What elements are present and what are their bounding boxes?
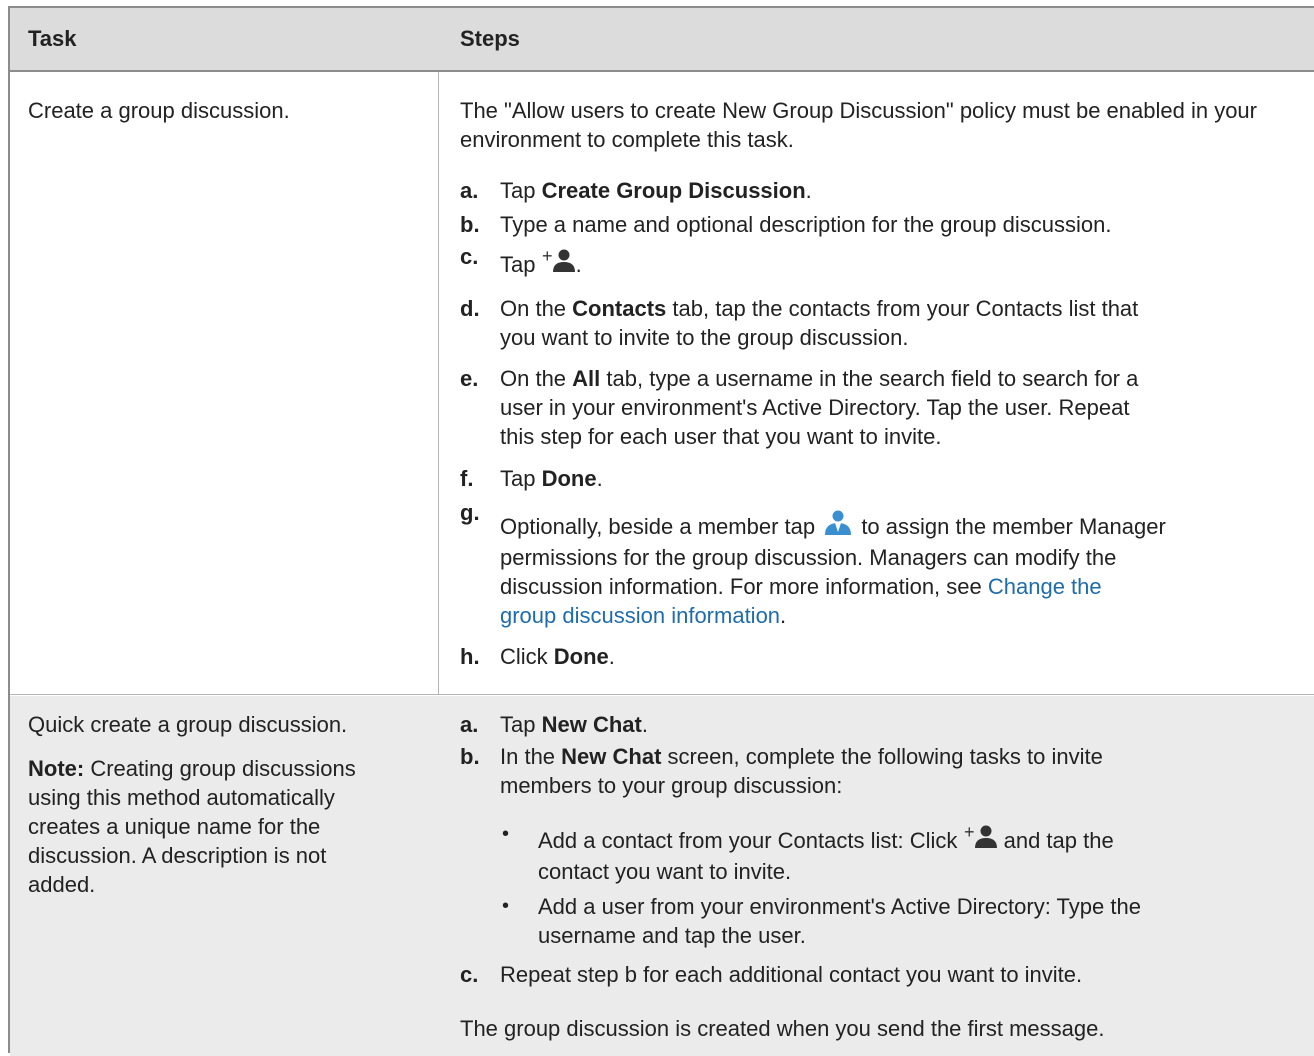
step-label: b.: [460, 744, 480, 769]
manager-icon: [821, 510, 855, 543]
add-contact-icon: +: [542, 246, 576, 281]
change-group-info-link[interactable]: Change the: [988, 574, 1102, 599]
column-divider: [438, 72, 439, 694]
step-item: On the Contacts tab, tap the contacts fr…: [500, 296, 1139, 350]
table-row: Create a group discussion. The "Allow us…: [10, 72, 1314, 695]
add-contact-icon: +: [964, 822, 998, 857]
step-label: d.: [460, 296, 480, 321]
step-item: Tap +.: [500, 246, 1300, 281]
step-item: Repeat step b for each additional contac…: [500, 962, 1083, 987]
header-task: Task: [28, 26, 77, 51]
step-label: c.: [460, 244, 479, 269]
step-item: On the All tab, type a username in the s…: [500, 366, 1139, 449]
step-label: b.: [460, 212, 480, 237]
step-label: a.: [460, 712, 479, 737]
task-table: Task Steps Create a group discussion. Th…: [8, 6, 1314, 1056]
table-row: Quick create a group discussion. Note: C…: [10, 696, 1314, 1056]
step-item: Optionally, beside a member tap to assig…: [500, 510, 1300, 630]
step-label: g.: [460, 500, 480, 525]
step-item: In the New Chat screen, complete the fol…: [500, 744, 1103, 798]
step-label: e.: [460, 366, 479, 391]
svg-text:+: +: [542, 248, 553, 266]
task-note: Note: Creating group discussions using th…: [28, 756, 356, 897]
step-label: h.: [460, 644, 480, 669]
policy-note: The "Allow users to create New Group Dis…: [460, 98, 1257, 152]
step-item: Click Done.: [500, 644, 615, 669]
header-steps: Steps: [460, 26, 520, 51]
step-label: c.: [460, 962, 479, 987]
footer-note: The group discussion is created when you…: [460, 1016, 1105, 1041]
bullet-item: Add a user from your environment's Activ…: [538, 894, 1141, 948]
step-label: f.: [460, 466, 474, 491]
bullet-item: Add a contact from your Contacts list: C…: [538, 822, 1114, 884]
bullet-marker: •: [502, 823, 510, 845]
step-item: Tap New Chat.: [500, 712, 648, 737]
bullet-marker: •: [502, 895, 510, 917]
task-cell: Create a group discussion.: [28, 98, 290, 123]
step-item: Tap Done.: [500, 466, 603, 491]
step-item: Tap Create Group Discussion.: [500, 178, 812, 203]
table-header: Task Steps: [10, 8, 1314, 72]
svg-text:+: +: [964, 824, 975, 842]
task-cell: Quick create a group discussion.: [28, 712, 348, 737]
step-item: Type a name and optional description for…: [500, 212, 1112, 237]
change-group-info-link[interactable]: group discussion information: [500, 603, 780, 628]
step-label: a.: [460, 178, 479, 203]
